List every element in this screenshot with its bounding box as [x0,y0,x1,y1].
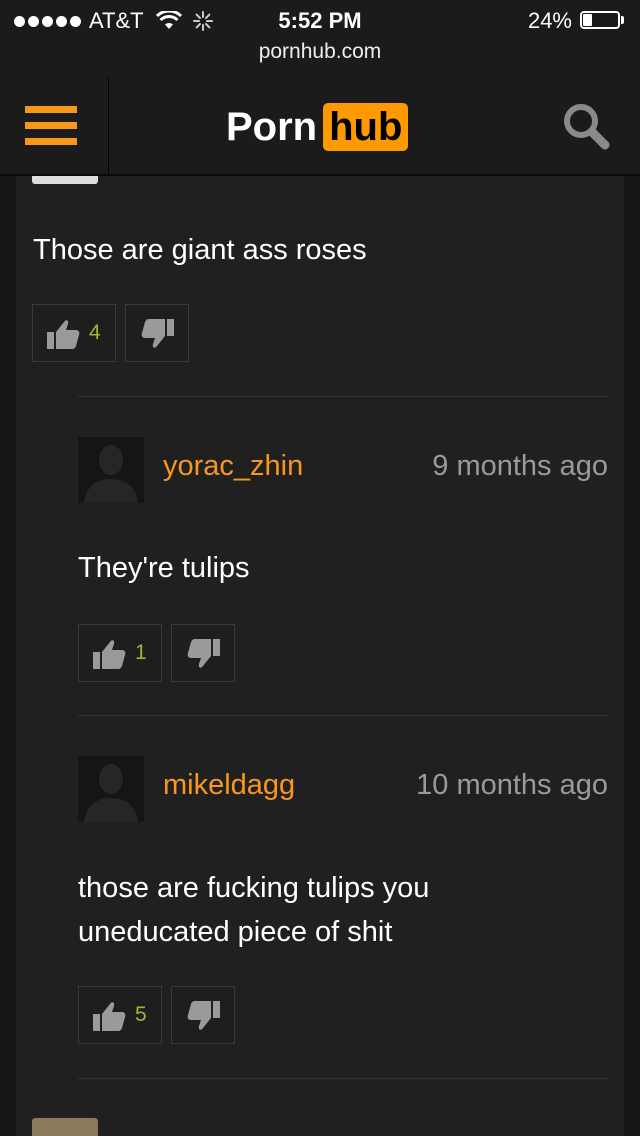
dislike-button[interactable] [125,304,189,362]
comment-text-line: uneducated piece of shit [78,916,393,948]
site-logo[interactable]: Porn hub [226,102,409,152]
logo-text-porn: Porn [226,104,318,149]
thumbs-down-icon [141,319,174,348]
comment-text-line: those are fucking tulips you [78,872,430,904]
comment-username[interactable]: yorac_zhin [163,450,303,483]
comment-timestamp: 9 months ago [432,450,608,482]
dislike-button[interactable] [171,986,235,1044]
comment-divider [78,715,608,716]
menu-button[interactable] [0,78,109,174]
thumbs-down-icon [187,639,220,668]
battery-icon [580,11,626,31]
avatar [32,176,98,184]
like-button[interactable]: 1 [78,624,162,682]
user-avatar[interactable] [78,437,144,503]
default-user-icon [84,445,138,503]
comment-username[interactable]: mikeldagg [163,769,295,802]
dislike-button[interactable] [171,624,235,682]
like-count: 4 [89,321,101,344]
status-bar: AT&T 5:52 PM 24% pornhub.com [0,0,640,78]
comment-text: They're tulips [78,552,250,584]
search-icon[interactable] [560,100,612,152]
like-button[interactable]: 4 [32,304,116,362]
address-bar-url[interactable]: pornhub.com [0,40,640,64]
like-count: 5 [135,1003,147,1026]
thumbs-up-icon [93,640,126,669]
default-user-icon [84,764,138,822]
comment-text: Those are giant ass roses [33,234,367,266]
site-header: Porn hub [0,78,640,176]
comment-divider [78,1078,608,1079]
comment-timestamp: 10 months ago [416,769,608,801]
thumbs-down-icon [187,1001,220,1030]
thumbs-up-icon [93,1002,126,1031]
comment-divider [78,396,608,397]
comments-section: Those are giant ass roses 4 yorac_zhin 9… [16,176,624,1136]
battery-percent: 24% [527,8,572,33]
like-button[interactable]: 5 [78,986,162,1044]
user-avatar[interactable] [32,1118,98,1136]
user-avatar[interactable] [78,756,144,822]
like-count: 1 [135,641,147,664]
logo-text-hub: hub [323,103,409,151]
thumbs-up-icon [47,320,80,349]
